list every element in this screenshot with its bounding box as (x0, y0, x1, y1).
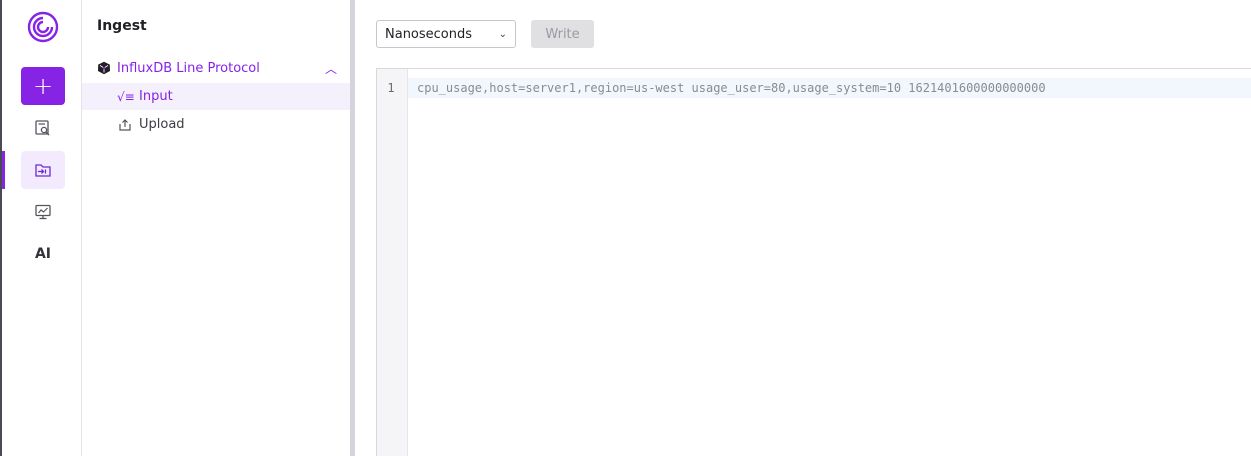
influxdb-icon (98, 61, 110, 75)
rail-active-indicator (2, 151, 5, 189)
line-protocol-editor[interactable]: 1 cpu_usage,host=server1,region=us-west … (376, 68, 1251, 456)
ingest-panel: Ingest InfluxDB Line Protocol ︿ √≡ Input… (82, 0, 350, 456)
nav-item-input[interactable]: √≡ Input (82, 83, 350, 110)
chevron-down-icon: ⌄ (498, 28, 507, 40)
nav-item-label: Upload (139, 117, 185, 132)
data-explorer-icon (35, 120, 50, 136)
code-line[interactable]: cpu_usage,host=server1,region=us-west us… (417, 81, 1046, 95)
editor-gutter: 1 (377, 69, 408, 456)
line-protocol-group-header[interactable]: InfluxDB Line Protocol ︿ (97, 58, 337, 78)
nav-item-label: Input (139, 89, 173, 104)
formula-icon: √≡ (117, 89, 135, 104)
app-root: + AI Ingest InfluxDB Line Protocol ︿ √≡ … (0, 0, 1251, 456)
write-button[interactable]: Write (531, 20, 594, 48)
main-content: Nanoseconds ⌄ Write 1 cpu_usage,host=ser… (355, 0, 1251, 456)
group-label: InfluxDB Line Protocol (117, 60, 260, 76)
ai-button[interactable]: AI (21, 235, 65, 273)
ingest-icon (35, 164, 51, 177)
nav-item-upload[interactable]: Upload (82, 111, 350, 138)
plus-icon: + (32, 72, 54, 100)
ai-label: AI (34, 246, 52, 262)
dashboard-icon (35, 204, 51, 220)
ingest-button[interactable] (21, 151, 65, 189)
line-number: 1 (387, 81, 395, 95)
app-logo-icon[interactable] (26, 10, 60, 44)
chevron-up-icon[interactable]: ︿ (325, 60, 337, 77)
icon-rail: + AI (0, 0, 82, 456)
new-button[interactable]: + (21, 67, 65, 105)
panel-title: Ingest (97, 18, 147, 34)
upload-icon (119, 118, 131, 131)
dashboards-button[interactable] (21, 193, 65, 231)
precision-value: Nanoseconds (385, 26, 473, 42)
precision-select[interactable]: Nanoseconds ⌄ (376, 20, 516, 48)
data-explorer-button[interactable] (21, 109, 65, 147)
